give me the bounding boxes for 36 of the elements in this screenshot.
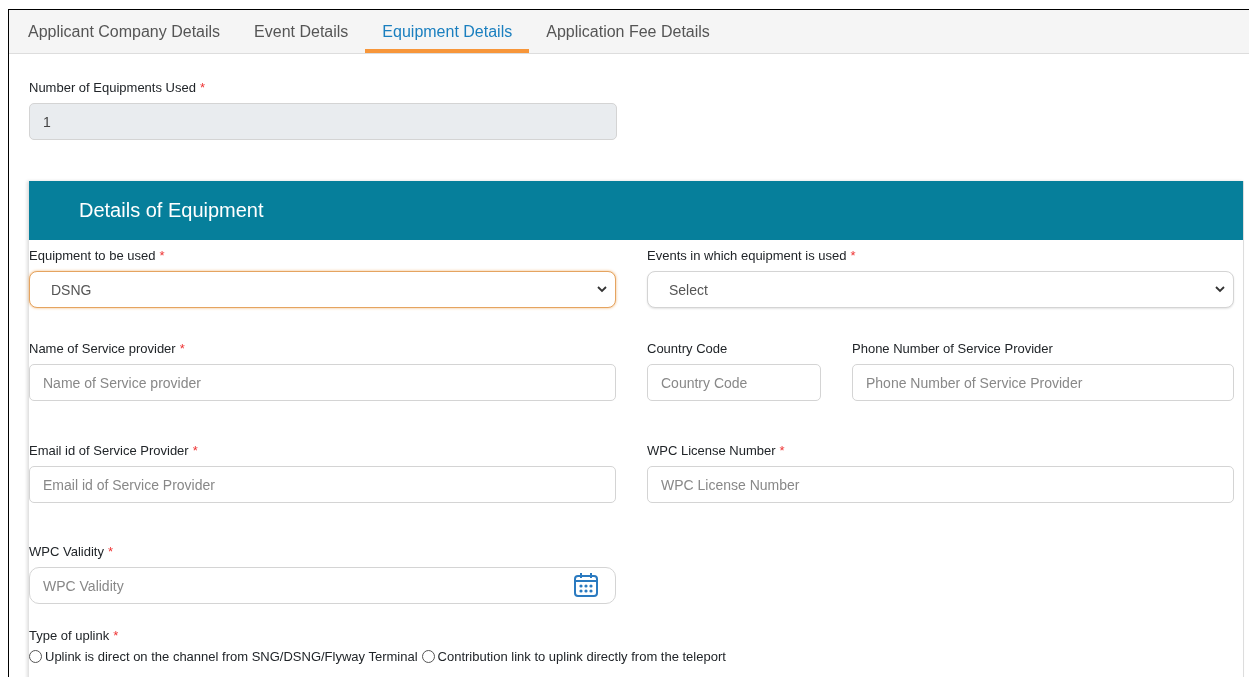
required-mark: *	[113, 628, 119, 643]
chevron-icon	[597, 286, 607, 293]
chevron-icon	[1215, 286, 1225, 293]
input-field[interactable]: Name of Service provider	[29, 364, 616, 401]
required-mark: *	[199, 80, 205, 95]
input-field[interactable]: WPC License Number	[647, 466, 1234, 503]
required-mark: *	[779, 443, 785, 458]
field-label: Type of uplink	[29, 628, 110, 643]
field-label: Number of Equipments Used	[29, 80, 196, 95]
required-mark: *	[192, 443, 198, 458]
select-field[interactable]: Select	[647, 271, 1234, 308]
field-label: Country Code	[647, 341, 728, 356]
date-field[interactable]: WPC Validity	[29, 567, 616, 604]
input-field[interactable]: Phone Number of Service Provider	[852, 364, 1234, 401]
required-mark: *	[107, 544, 113, 559]
tab[interactable]: Applicant Company Details	[11, 10, 238, 53]
field-label: Events in which equipment is used	[647, 248, 847, 263]
field-label: WPC Validity	[29, 544, 104, 559]
field-label: Email id of Service Provider	[29, 443, 189, 458]
input-field[interactable]: Email id of Service Provider	[29, 466, 616, 503]
tab[interactable]: Application Fee Details	[529, 10, 727, 53]
field-label: WPC License Number	[647, 443, 776, 458]
input-field[interactable]: Country Code	[647, 364, 821, 401]
field-label: Phone Number of Service Provider	[852, 341, 1053, 356]
radio-label[interactable]: Uplink is direct on the channel from SNG/DSNG/Flyway Terminal	[45, 649, 418, 664]
field-label: Equipment to be used	[29, 248, 156, 263]
field-label: Name of Service provider	[29, 341, 176, 356]
panel-header: Details of Equipment	[29, 181, 1243, 240]
required-mark: *	[159, 248, 165, 263]
required-mark: *	[850, 248, 856, 263]
radio-label[interactable]: Contribution link to uplink directly from the teleport	[437, 649, 726, 664]
calendar-icon[interactable]	[573, 572, 599, 598]
select-field[interactable]: DSNG	[29, 271, 616, 308]
tab[interactable]: Equipment Details	[365, 10, 530, 53]
required-mark: *	[179, 341, 185, 356]
tab[interactable]: Event Details	[237, 10, 366, 53]
